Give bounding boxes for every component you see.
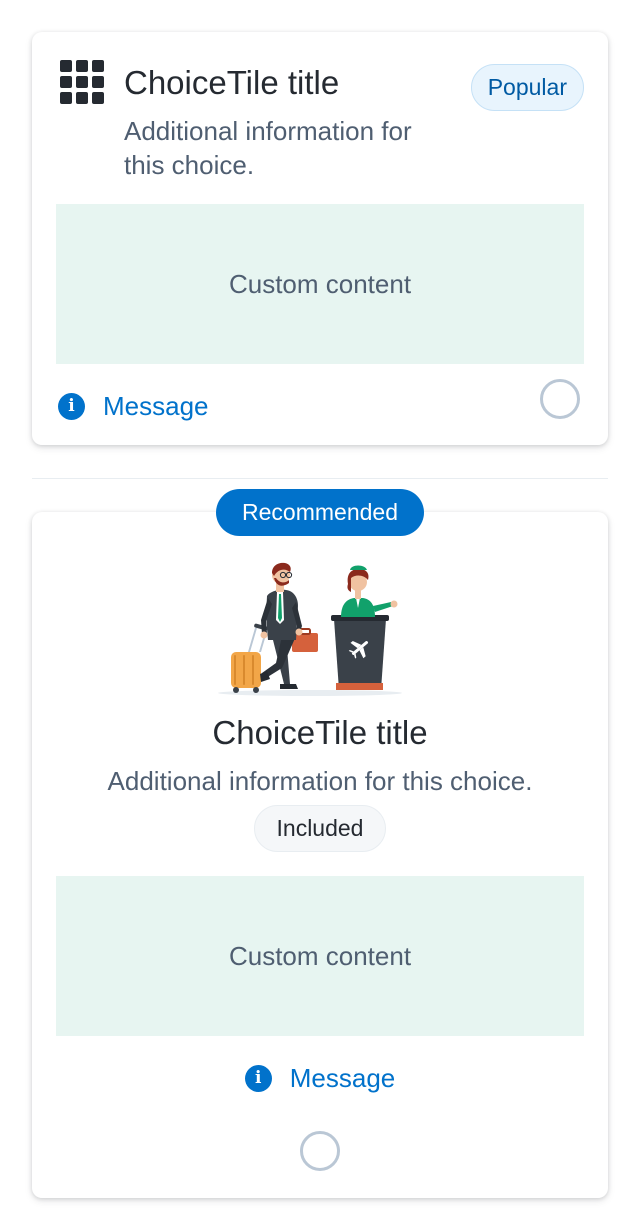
tile-title: ChoiceTile title: [124, 64, 340, 101]
grid-icon: [60, 60, 104, 104]
radio-button[interactable]: [540, 379, 580, 419]
included-badge: Included: [254, 805, 386, 852]
radio-button[interactable]: [300, 1131, 340, 1171]
tile-message: i Message: [32, 1060, 608, 1096]
tile-description: Additional information for this choice.: [124, 116, 412, 180]
info-icon: i: [58, 392, 85, 420]
popular-badge: Popular: [470, 64, 584, 111]
choice-tile-2[interactable]: ChoiceTile title Additional information …: [32, 512, 608, 1198]
choice-tile-1[interactable]: ChoiceTile title Additional information …: [32, 32, 608, 445]
recommended-badge: Recommended: [216, 489, 424, 536]
custom-content: Custom content: [56, 876, 584, 1036]
tile-description: Additional information for this choice.: [107, 766, 533, 796]
custom-content: Custom content: [56, 204, 584, 364]
message-text: Message: [289, 1062, 396, 1093]
tile-title: ChoiceTile title: [212, 714, 428, 751]
tile-message: i Message: [58, 388, 209, 424]
info-icon: i: [244, 1064, 272, 1092]
traveler-at-airport-counter-illustration: [218, 562, 402, 696]
message-text: Message: [103, 390, 209, 421]
divider: [32, 478, 608, 479]
